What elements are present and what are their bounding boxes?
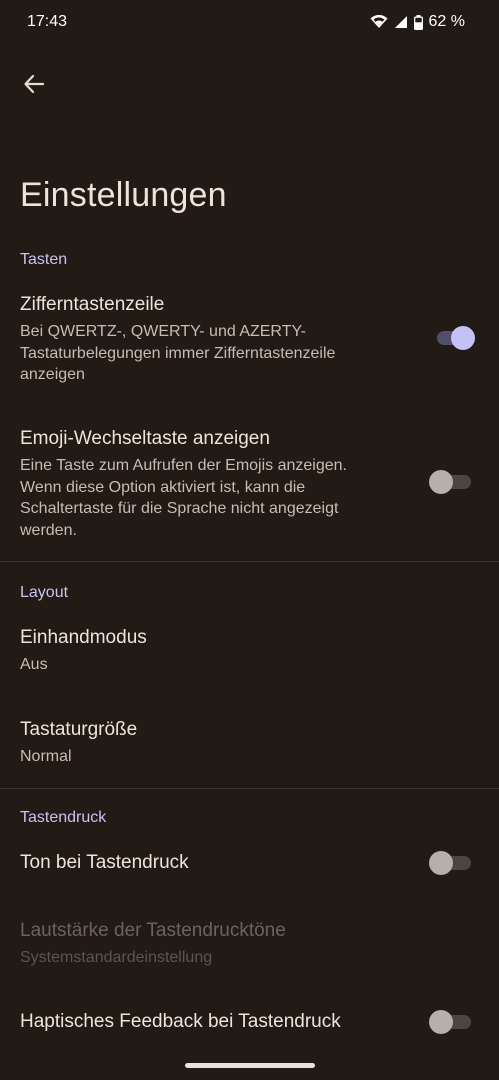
toggle-thumb xyxy=(429,1010,453,1034)
section-header-layout: Layout xyxy=(20,584,69,601)
battery-percent: 62 % xyxy=(428,13,465,30)
divider xyxy=(0,561,499,562)
setting-keyboard-size[interactable]: Tastaturgröße Normal xyxy=(20,718,479,768)
setting-title: Haptisches Feedback bei Tastendruck xyxy=(20,1011,341,1032)
setting-key-sound[interactable]: Ton bei Tastendruck xyxy=(20,851,389,875)
setting-subtitle: Aus xyxy=(20,656,48,673)
setting-title: Lautstärke der Tastendrucktöne xyxy=(20,920,286,941)
wifi-icon xyxy=(370,15,388,28)
setting-number-row[interactable]: Zifferntastenzeile Bei QWERTZ-, QWERTY- … xyxy=(20,293,389,386)
status-time: 17:43 xyxy=(27,13,68,30)
gesture-nav-pill[interactable] xyxy=(184,1063,315,1068)
status-bar: 17:43 62 % xyxy=(0,0,499,44)
toggle-thumb xyxy=(451,326,475,350)
setting-haptic[interactable]: Haptisches Feedback bei Tastendruck xyxy=(20,1010,389,1034)
section-header-keys: Tasten xyxy=(20,251,68,268)
number-row-toggle[interactable] xyxy=(433,326,475,350)
back-button[interactable] xyxy=(14,64,54,104)
setting-subtitle: Bei QWERTZ-, QWERTY- und AZERTY-Tastatur… xyxy=(20,323,336,383)
setting-title: Ton bei Tastendruck xyxy=(20,852,189,873)
status-icons: 62 % xyxy=(370,13,465,31)
setting-key-volume: Lautstärke der Tastendrucktöne Systemsta… xyxy=(20,919,479,969)
signal-icon xyxy=(394,16,407,28)
arrow-back-icon xyxy=(24,74,45,94)
setting-subtitle: Systemstandardeinstellung xyxy=(20,949,213,966)
setting-title: Tastaturgröße xyxy=(20,719,138,740)
page-title: Einstellungen xyxy=(20,176,227,214)
setting-emoji-switch[interactable]: Emoji-Wechseltaste anzeigen Eine Taste z… xyxy=(20,427,389,541)
key-sound-toggle[interactable] xyxy=(429,851,475,875)
setting-subtitle: Normal xyxy=(20,748,72,765)
toggle-thumb xyxy=(429,470,453,494)
toggle-thumb xyxy=(429,851,453,875)
setting-one-hand[interactable]: Einhandmodus Aus xyxy=(20,626,479,676)
setting-title: Einhandmodus xyxy=(20,627,147,648)
setting-title: Zifferntastenzeile xyxy=(20,294,165,315)
battery-icon xyxy=(413,14,423,30)
setting-title: Emoji-Wechseltaste anzeigen xyxy=(20,428,270,449)
setting-subtitle: Eine Taste zum Aufrufen der Emojis anzei… xyxy=(20,457,347,539)
section-header-keypress: Tastendruck xyxy=(20,809,107,826)
divider xyxy=(0,788,499,789)
haptic-toggle[interactable] xyxy=(429,1010,475,1034)
emoji-switch-toggle[interactable] xyxy=(429,470,475,494)
